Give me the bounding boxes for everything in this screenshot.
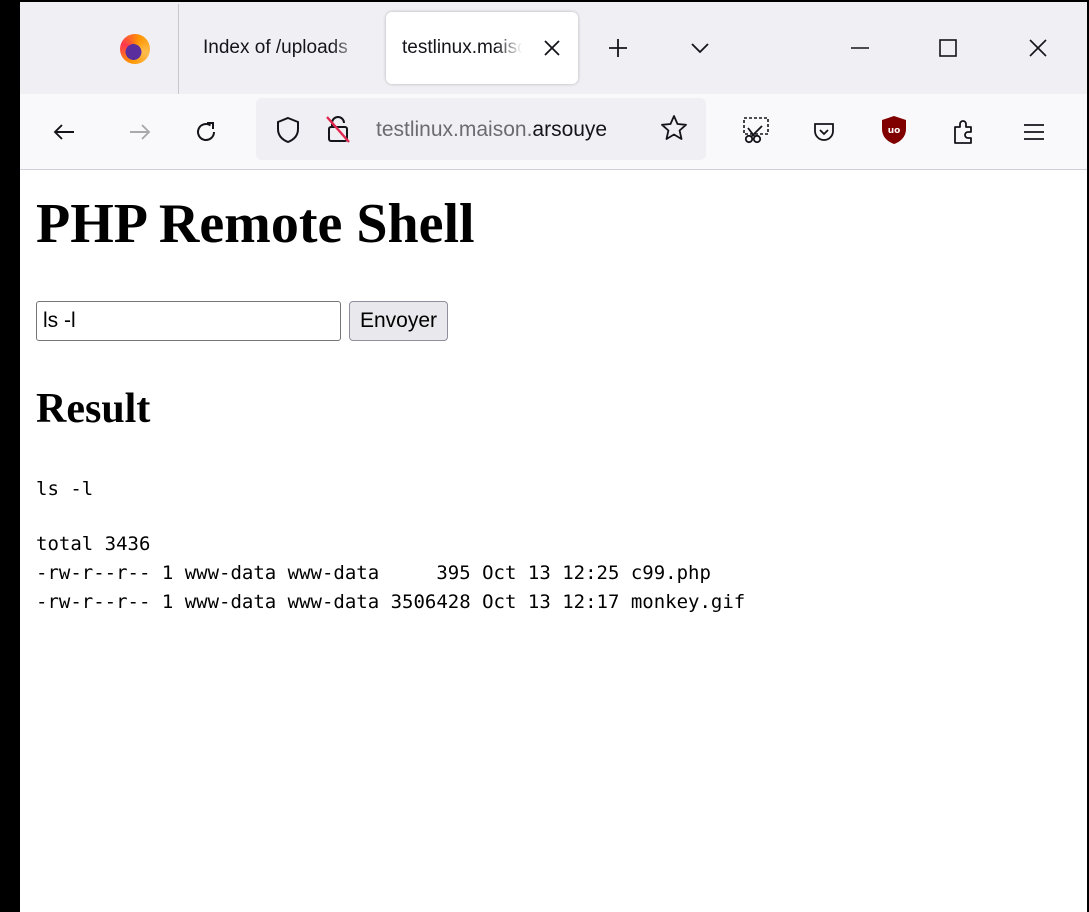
extensions-button[interactable] <box>944 112 984 152</box>
output-line: -rw-r--r-- 1 www-data www-data 395 Oct 1… <box>36 562 711 584</box>
output-line: total 3436 <box>36 533 151 555</box>
puzzle-piece-icon <box>951 119 977 145</box>
close-window-button[interactable] <box>1018 28 1058 68</box>
command-output: total 3436 -rw-r--r-- 1 www-data www-data… <box>36 530 745 617</box>
firefox-logo-icon[interactable] <box>120 34 150 64</box>
page-content: PHP Remote Shell Envoyer Result ls -l to… <box>20 170 1087 912</box>
reload-button[interactable] <box>186 112 226 152</box>
output-line: -rw-r--r-- 1 www-data www-data 3506428 O… <box>36 591 746 613</box>
back-button[interactable] <box>44 112 84 152</box>
browser-window: Index of /uploads testlinux.maison.arsou… <box>20 2 1087 912</box>
hamburger-menu-icon <box>1023 123 1045 141</box>
svg-text:uo: uo <box>888 126 901 136</box>
plus-icon <box>607 37 629 59</box>
reload-icon <box>193 119 219 145</box>
new-tab-button[interactable] <box>598 28 638 68</box>
menu-button[interactable] <box>1014 112 1054 152</box>
minimize-icon <box>850 38 870 58</box>
ublock-origin-button[interactable]: uo <box>874 110 914 150</box>
url-domain: arsouye <box>532 118 608 141</box>
submit-button[interactable]: Envoyer <box>349 301 449 341</box>
tab-testlinux[interactable]: testlinux.maison.arsouye <box>386 12 578 84</box>
insecure-lock-icon[interactable] <box>324 114 352 144</box>
chevron-down-icon <box>690 42 710 54</box>
pocket-button[interactable] <box>804 112 844 152</box>
tab-title: Index of /uploads <box>203 37 348 58</box>
url-host: testlinux.maison. <box>376 118 533 141</box>
command-echo: ls -l <box>36 478 94 500</box>
pocket-icon <box>812 120 836 144</box>
result-heading: Result <box>36 386 151 432</box>
ublock-shield-icon: uo <box>881 115 907 145</box>
close-icon <box>1028 38 1048 58</box>
close-tab-icon[interactable] <box>538 34 566 62</box>
arrow-left-icon <box>52 122 76 142</box>
maximize-icon <box>938 38 958 58</box>
command-input[interactable] <box>36 301 341 341</box>
tab-divider <box>178 4 179 94</box>
navigation-toolbar: testlinux.maison.arsouye uo <box>20 94 1087 170</box>
forward-button[interactable] <box>120 112 160 152</box>
url-text[interactable]: testlinux.maison.arsouye <box>376 118 648 142</box>
arrow-right-icon <box>128 122 152 142</box>
tab-title: testlinux.maison.arsouye <box>402 37 522 58</box>
list-all-tabs-button[interactable] <box>680 28 720 68</box>
page-title: PHP Remote Shell <box>36 193 475 255</box>
tab-strip: Index of /uploads testlinux.maison.arsou… <box>20 2 1087 94</box>
maximize-button[interactable] <box>928 28 968 68</box>
url-bar[interactable]: testlinux.maison.arsouye <box>256 98 706 160</box>
tab-index-of-uploads[interactable]: Index of /uploads <box>203 2 365 94</box>
shield-icon[interactable] <box>276 116 300 144</box>
scissors-icon <box>740 114 772 146</box>
bookmark-star-icon[interactable] <box>660 114 688 142</box>
command-form: Envoyer <box>36 301 449 341</box>
screenshot-button[interactable] <box>736 110 776 150</box>
minimize-button[interactable] <box>840 28 880 68</box>
